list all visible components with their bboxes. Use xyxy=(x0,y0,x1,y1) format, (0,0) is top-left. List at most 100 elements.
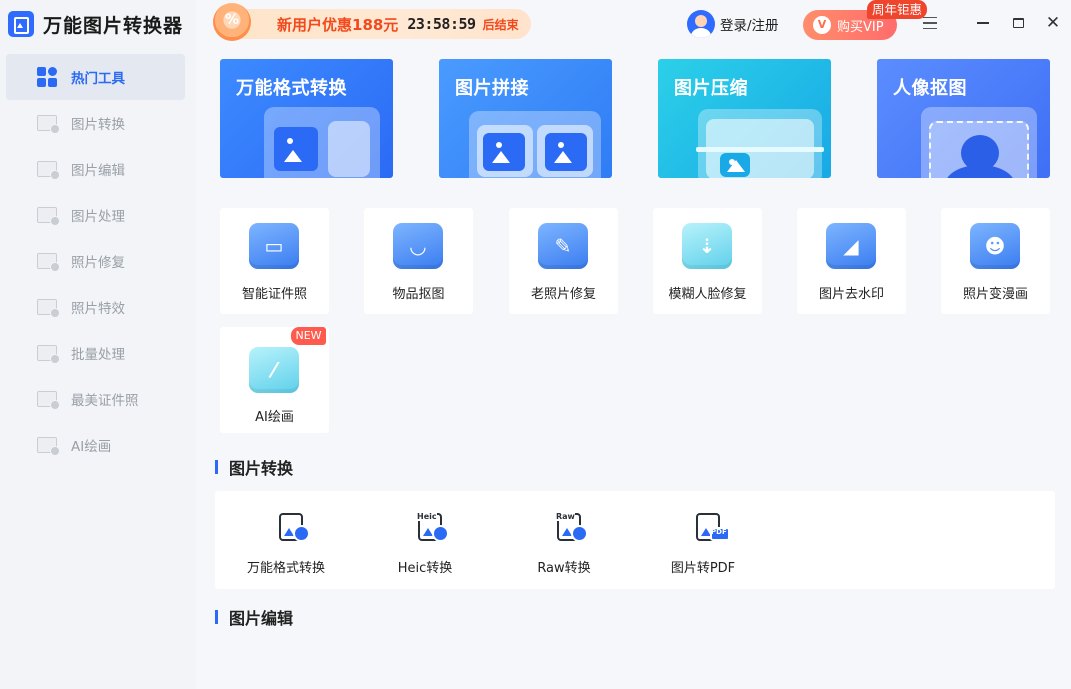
tool-label: 物品抠图 xyxy=(392,287,445,302)
conv-to-pdf[interactable]: PDF 图片转PDF xyxy=(643,491,763,589)
login-button[interactable]: 登录/注册 xyxy=(687,10,779,38)
conv-label: 图片转PDF xyxy=(670,561,736,576)
sidebar-item-photo-repair[interactable]: 照片修复 xyxy=(6,238,185,284)
banner-image-compress[interactable]: 图片压缩 xyxy=(658,59,831,178)
app-title: 万能图片转换器 xyxy=(8,8,183,40)
tool-label: 图片去水印 xyxy=(818,287,884,302)
tool-smart-id-photo[interactable]: ▭ 智能证件照 xyxy=(220,208,329,314)
sidebar-item-label: 图片处理 xyxy=(71,209,125,225)
sidebar-item-label: AI绘画 xyxy=(71,439,112,455)
sidebar-item-label: 照片修复 xyxy=(71,255,125,271)
tool-blur-face-repair[interactable]: ⇣ 模糊人脸修复 xyxy=(653,208,762,314)
promo-suffix: 后结束 xyxy=(482,17,519,32)
sidebar-item-ai-paint[interactable]: AI绘画 xyxy=(6,422,185,468)
compress-bar xyxy=(696,147,824,152)
sidebar-item-hot-tools[interactable]: 热门工具 xyxy=(6,54,185,100)
promo-countdown: 23:58:59 xyxy=(407,15,476,33)
eraser-icon: ◢ xyxy=(826,223,876,269)
sidebar-item-label: 热门工具 xyxy=(71,71,125,87)
banner-title: 万能格式转换 xyxy=(236,78,347,99)
login-label: 登录/注册 xyxy=(720,18,779,34)
conv-raw[interactable]: Raw Raw转换 xyxy=(504,491,624,589)
sidebar-nav: 热门工具 图片转换 图片编辑 图片处理 照片修复 照片特效 批量处理 最美证件照… xyxy=(6,54,185,468)
banner-format-convert[interactable]: 万能格式转换 xyxy=(220,59,393,178)
conversion-tools-panel: 万能格式转换 Heic Heic转换 Raw Raw转换 PDF 图片转PDF xyxy=(215,491,1055,589)
image-stitch-illustration xyxy=(469,111,601,178)
image-compress-illustration xyxy=(696,109,824,178)
sidebar-item-photo-effects[interactable]: 照片特效 xyxy=(6,284,185,330)
id-photo-icon xyxy=(37,391,60,410)
ai-paint-icon: ⁄ xyxy=(249,347,299,393)
menu-icon[interactable] xyxy=(919,12,941,34)
bag-icon: ◡ xyxy=(393,223,443,269)
conv-heic[interactable]: Heic Heic转换 xyxy=(365,491,485,589)
sidebar-item-id-photo[interactable]: 最美证件照 xyxy=(6,376,185,422)
image-icon xyxy=(720,153,750,177)
tool-label: 老照片修复 xyxy=(530,287,596,302)
raw-convert-icon: Raw xyxy=(556,512,588,543)
tool-object-cutout[interactable]: ◡ 物品抠图 xyxy=(364,208,473,314)
close-icon[interactable]: ✕ xyxy=(1042,12,1064,34)
section-title-edit: 图片编辑 xyxy=(215,608,293,628)
photo-effects-icon xyxy=(37,299,60,318)
banner-image-stitch[interactable]: 图片拼接 xyxy=(439,59,612,178)
tool-photo-to-cartoon[interactable]: ☻ 照片变漫画 xyxy=(941,208,1050,314)
app-logo-icon xyxy=(8,11,34,37)
tool-label: 智能证件照 xyxy=(241,287,307,302)
banner-title: 图片压缩 xyxy=(674,78,748,99)
conv-label: Raw转换 xyxy=(537,561,591,576)
sidebar-item-image-convert[interactable]: 图片转换 xyxy=(6,100,185,146)
discount-clock-icon xyxy=(213,3,251,41)
cartoon-bear-icon: ☻ xyxy=(970,223,1020,269)
sidebar: 万能图片转换器 热门工具 图片转换 图片编辑 图片处理 照片修复 照片特效 批量… xyxy=(0,0,196,689)
promo-text: 新用户优惠188元 xyxy=(277,15,399,34)
banner-title: 图片拼接 xyxy=(455,78,529,99)
heic-convert-icon: Heic xyxy=(417,512,449,543)
wrench-photo-icon: ✎ xyxy=(538,223,588,269)
tool-label: 模糊人脸修复 xyxy=(668,287,747,302)
image-edit-icon xyxy=(37,161,60,180)
photo-repair-icon xyxy=(37,253,60,272)
refresh-icon xyxy=(328,121,370,177)
pdf-convert-icon: PDF xyxy=(696,513,730,543)
sidebar-item-label: 批量处理 xyxy=(71,347,125,363)
sidebar-item-image-edit[interactable]: 图片编辑 xyxy=(6,146,185,192)
tool-old-photo-repair[interactable]: ✎ 老照片修复 xyxy=(509,208,618,314)
ai-paint-nav-icon xyxy=(37,437,60,456)
tool-label: 照片变漫画 xyxy=(962,287,1028,302)
new-badge: NEW xyxy=(291,327,326,345)
sidebar-item-label: 照片特效 xyxy=(71,301,125,317)
minimize-icon[interactable] xyxy=(972,12,994,34)
vip-icon: V xyxy=(813,16,831,34)
conv-format-convert[interactable]: 万能格式转换 xyxy=(226,491,346,589)
vip-promo-badge: 周年钜惠 xyxy=(867,0,928,19)
portrait-cutout-illustration xyxy=(921,107,1037,178)
sidebar-item-image-process[interactable]: 图片处理 xyxy=(6,192,185,238)
image-process-icon xyxy=(37,207,60,226)
format-convert-icon xyxy=(279,513,310,543)
sidebar-item-label: 图片编辑 xyxy=(71,163,125,179)
conv-label: 万能格式转换 xyxy=(246,561,325,576)
image-convert-icon xyxy=(37,115,60,134)
tool-label: AI绘画 xyxy=(255,410,294,425)
avatar xyxy=(687,10,715,38)
image-icon xyxy=(274,127,318,171)
face-restore-icon: ⇣ xyxy=(682,223,732,269)
batch-process-icon xyxy=(37,345,60,364)
tool-remove-watermark[interactable]: ◢ 图片去水印 xyxy=(797,208,906,314)
conv-label: Heic转换 xyxy=(397,561,453,576)
image-icon xyxy=(545,133,587,171)
maximize-icon[interactable] xyxy=(1007,12,1029,34)
section-title-conversion: 图片转换 xyxy=(215,458,293,478)
promo-banner[interactable]: 新用户优惠188元 23:58:59 后结束 xyxy=(213,3,531,41)
banner-title: 人像抠图 xyxy=(893,78,967,99)
image-icon xyxy=(483,133,525,171)
sidebar-item-label: 最美证件照 xyxy=(71,393,139,409)
grid-icon xyxy=(37,67,57,87)
sidebar-item-label: 图片转换 xyxy=(71,117,125,133)
id-card-icon: ▭ xyxy=(249,223,299,269)
app-name: 万能图片转换器 xyxy=(43,14,184,37)
format-convert-illustration xyxy=(264,107,380,178)
banner-portrait-cutout[interactable]: 人像抠图 xyxy=(877,59,1050,178)
sidebar-item-batch[interactable]: 批量处理 xyxy=(6,330,185,376)
